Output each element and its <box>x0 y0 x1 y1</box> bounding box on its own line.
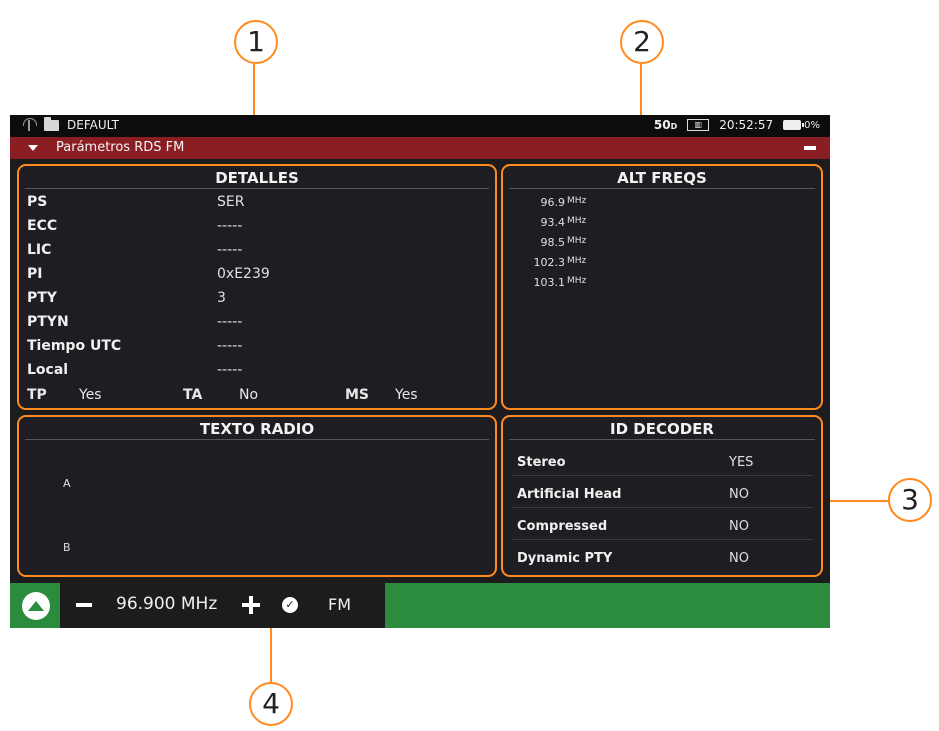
id-value-stereo: YES <box>729 455 754 470</box>
id-label-stereo: Stereo <box>517 455 566 470</box>
id-label-dynamic-pty: Dynamic PTY <box>517 551 613 566</box>
detail-value-pi: 0xE239 <box>217 266 270 282</box>
id-value-dynamic-pty: NO <box>729 551 749 566</box>
detalles-panel: DETALLES PS SER ECC ----- LIC ----- PI 0… <box>17 164 497 410</box>
callout-4: 4 <box>249 682 293 726</box>
frequency-increase-button[interactable] <box>242 596 260 614</box>
status-bar: DEFAULT 50D ▥ 20:52:57 0% <box>10 115 830 137</box>
detail-value-ecc: ----- <box>217 218 243 234</box>
id-decoder-panel: ID DECODER Stereo YES Artificial Head NO… <box>501 415 823 577</box>
detail-value-lic: ----- <box>217 242 243 258</box>
battery-icon <box>783 120 805 130</box>
callout-3: 3 <box>888 478 932 522</box>
antenna-icon <box>22 118 37 132</box>
detail-label-local: Local <box>27 362 69 378</box>
band-label[interactable]: FM <box>328 595 351 614</box>
battery-indicator: 0% <box>783 120 820 131</box>
id-decoder-divider <box>509 439 815 440</box>
alt-freqs-title: ALT FREQS <box>617 169 707 187</box>
ta-value: No <box>239 387 259 403</box>
detail-value-local: ----- <box>217 362 243 378</box>
tp-label: TP <box>27 387 47 403</box>
tuning-bar: 96.900 MHz ✓ FM <box>10 583 830 628</box>
id-label-compressed: Compressed <box>517 519 608 534</box>
input-indicator-icon: ▥ <box>687 119 710 131</box>
battery-level: 0% <box>804 119 820 131</box>
texto-radio-divider <box>25 439 489 440</box>
ms-label: MS <box>345 387 370 403</box>
module-titlebar[interactable]: Parámetros RDS FM <box>10 137 830 159</box>
detail-value-ps: SER <box>217 194 245 210</box>
alt-freqs-panel: ALT FREQS 96.9 MHz 93.4 MHz 98.5 MHz 102.3 M… <box>501 164 823 410</box>
texto-radio-title: TEXTO RADIO <box>199 420 315 438</box>
detail-label-pty: PTY <box>27 290 57 306</box>
ms-value: Yes <box>395 387 418 403</box>
detail-label-ptyn: PTYN <box>27 314 69 330</box>
callout-2: 2 <box>620 20 664 64</box>
device-screen: DEFAULT 50D ▥ 20:52:57 0% Parámetros RDS… <box>10 115 830 628</box>
detail-value-pty: 3 <box>217 290 226 306</box>
signal-level: 50D <box>653 118 678 132</box>
ta-label: TA <box>183 387 203 403</box>
detail-label-pi: PI <box>27 266 43 282</box>
row-divider <box>511 475 813 476</box>
callout-1: 1 <box>234 20 278 64</box>
id-decoder-title: ID DECODER <box>610 420 714 438</box>
radio-text-b-label: B <box>63 541 71 554</box>
detail-label-lic: LIC <box>27 242 52 258</box>
id-value-compressed: NO <box>729 519 749 534</box>
module-title: Parámetros RDS FM <box>56 140 185 155</box>
detail-value-ptyn: ----- <box>217 314 243 330</box>
detalles-title: DETALLES <box>215 169 299 187</box>
tp-value: Yes <box>79 387 102 403</box>
detail-label-ecc: ECC <box>27 218 58 234</box>
profile-name: DEFAULT <box>67 118 119 132</box>
alt-freqs-divider <box>509 188 815 189</box>
detail-label-utc: Tiempo UTC <box>27 338 122 354</box>
folder-icon <box>44 116 59 131</box>
callout-3-line <box>822 500 892 502</box>
detail-label-ps: PS <box>27 194 48 210</box>
texto-radio-panel: TEXTO RADIO A B <box>17 415 497 577</box>
id-value-artificial-head: NO <box>729 487 749 502</box>
id-label-artificial-head: Artificial Head <box>517 487 622 502</box>
app-logo-icon[interactable] <box>22 592 50 620</box>
check-icon[interactable]: ✓ <box>282 597 298 613</box>
frequency-decrease-button[interactable] <box>76 603 92 607</box>
detail-value-utc: ----- <box>217 338 243 354</box>
clock: 20:52:57 <box>719 118 774 132</box>
frequency-value[interactable]: 96.900 MHz <box>116 594 217 614</box>
row-divider <box>511 539 813 540</box>
radio-text-a-label: A <box>63 477 71 490</box>
row-divider <box>511 507 813 508</box>
minimize-button[interactable] <box>804 146 816 150</box>
collapse-arrow-icon[interactable] <box>28 145 38 151</box>
detalles-divider <box>25 188 489 189</box>
